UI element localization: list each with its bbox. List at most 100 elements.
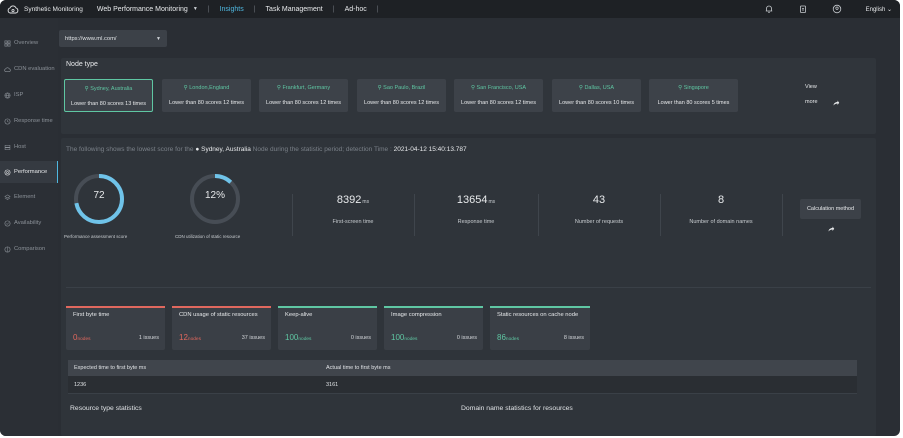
location-pin-icon: ● xyxy=(195,146,200,153)
clipboard-icon[interactable] xyxy=(798,4,808,14)
metric-response-time: 13654ms Response time xyxy=(415,194,537,225)
sidebar-item-host[interactable]: Host xyxy=(0,136,58,158)
calculation-method-button[interactable]: Calculation method xyxy=(800,199,861,219)
metric-first-screen: 8392ms First-screen time xyxy=(293,194,413,225)
first-byte-table: Expected time to first byte ms Actual ti… xyxy=(68,360,857,394)
sidebar-item-label: Overview xyxy=(14,40,39,46)
node-card[interactable]: ⚲ London,England Lower than 80 scores 12 … xyxy=(162,79,251,112)
node-type-title: Node type xyxy=(66,61,98,68)
gauge-label: Performance assessment score xyxy=(64,234,128,239)
issue-title: Image compression xyxy=(391,312,442,318)
server-icon xyxy=(4,144,11,150)
bell-icon[interactable] xyxy=(764,4,774,14)
metric-value: 8392 xyxy=(336,194,362,206)
compare-icon xyxy=(4,246,11,252)
cloud-icon xyxy=(4,66,11,72)
nav-web-performance[interactable]: Web Performance Monitoring xyxy=(97,6,188,13)
chevron-down-icon[interactable]: ▼ xyxy=(193,6,198,12)
sidebar-item-isp[interactable]: ISP xyxy=(0,84,58,106)
metric-requests: 43 Number of requests xyxy=(539,194,659,225)
domain-name-title: Domain name statistics for resources xyxy=(461,405,573,412)
chevron-down-icon: ▼ xyxy=(156,35,161,42)
statement-middle: Node during the statistic period; detect… xyxy=(252,146,392,153)
statement-node: Sydney, Australia xyxy=(201,146,251,153)
metric-unit: ms xyxy=(488,199,496,205)
layers-icon xyxy=(4,194,11,200)
metric-label: Response time xyxy=(457,219,495,225)
cdn-utilization-gauge: 12% xyxy=(188,172,242,226)
issue-card[interactable]: Image compression 100nodes 0 issues xyxy=(384,306,483,350)
sidebar-item-label: Response time xyxy=(14,118,53,124)
user-icon[interactable] xyxy=(832,4,842,14)
globe-icon xyxy=(4,92,11,98)
issue-title: Static resources on cache node xyxy=(497,312,579,318)
node-card[interactable]: ⚲ Dallas, USA Lower than 80 scores 10 tim… xyxy=(552,79,641,112)
node-location: ⚲ Singapore xyxy=(678,85,709,91)
issue-card[interactable]: Static resources on cache node 86nodes 8 i… xyxy=(490,306,590,350)
view-more-button[interactable]: View more xyxy=(799,82,843,110)
detection-time: 2021-04-12 15:40:13.787 xyxy=(393,146,467,153)
table-header-cell: Actual time to first byte ms xyxy=(326,365,391,371)
node-card[interactable]: ⚲ Frankfurt, Germany Lower than 80 scores… xyxy=(259,79,348,112)
statement-prefix: The following shows the lowest score for… xyxy=(66,146,194,153)
sidebar-item-overview[interactable]: Overview xyxy=(0,32,58,54)
sidebar-item-element[interactable]: Element xyxy=(0,186,58,208)
metric-label: Number of domain names xyxy=(689,219,753,225)
sidebar-item-availability[interactable]: Availability xyxy=(0,212,58,234)
node-score-summary: Lower than 80 scores 12 times xyxy=(266,100,341,106)
node-card[interactable]: ⚲ Sao Paulo, Brazil Lower than 80 scores … xyxy=(357,79,446,112)
view-more-label: more xyxy=(805,99,818,105)
check-circle-icon xyxy=(4,220,11,226)
metric-unit: ms xyxy=(362,199,370,205)
statistic-description: The following shows the lowest score for… xyxy=(66,146,467,153)
sidebar-item-response-time[interactable]: Response time xyxy=(0,110,58,132)
node-card[interactable]: ⚲ Singapore Lower than 80 scores 5 times xyxy=(649,79,738,112)
sidebar-item-label: ISP xyxy=(14,92,24,98)
sidebar-item-label: Performance xyxy=(14,169,48,175)
table-cell: 1236 xyxy=(74,382,87,388)
issue-card[interactable]: Keep-alive 100nodes 0 issues xyxy=(278,306,377,350)
sidebar-item-label: Host xyxy=(14,144,26,150)
issue-node-count: 0nodes xyxy=(73,333,91,342)
issue-card[interactable]: CDN usage of static resources 12nodes 37 i… xyxy=(172,306,271,350)
nav-insights[interactable]: Insights xyxy=(220,6,244,13)
performance-score-gauge: 72 xyxy=(72,172,126,226)
chevron-down-icon: ⌄ xyxy=(886,6,892,13)
sidebar-item-comparison[interactable]: Comparison xyxy=(0,238,58,260)
status-bar xyxy=(66,306,165,308)
divider xyxy=(782,194,783,236)
nav-separator: | xyxy=(207,5,210,13)
issue-count: 37 issues xyxy=(241,335,265,341)
status-bar xyxy=(172,306,271,308)
url-select[interactable]: https://www.ml.com/ ▼ xyxy=(59,30,167,47)
sidebar-item-cdn-evaluation[interactable]: CDN evaluation xyxy=(0,58,58,80)
metric-label: First-screen time xyxy=(332,219,374,225)
nav-ad-hoc[interactable]: Ad-hoc xyxy=(345,6,367,13)
issue-title: First byte time xyxy=(73,312,110,318)
cloud-logo-icon xyxy=(7,4,19,13)
top-bar: Synthetic Monitoring Web Performance Mon… xyxy=(0,0,900,18)
share-arrow-icon[interactable] xyxy=(827,225,835,233)
issue-node-count: 100nodes xyxy=(391,333,418,342)
node-score-summary: Lower than 80 scores 12 times xyxy=(461,100,536,106)
nav-task-management[interactable]: Task Management xyxy=(266,6,323,13)
share-arrow-icon xyxy=(833,100,840,106)
issue-card[interactable]: First byte time 0nodes 1 issues xyxy=(66,306,165,350)
node-card[interactable]: ⚲ Sydney, Australia Lower than 80 scores … xyxy=(64,79,153,112)
sidebar-item-performance[interactable]: Performance xyxy=(0,161,58,183)
statistics-panel: The following shows the lowest score for… xyxy=(61,138,876,436)
divider xyxy=(66,287,871,288)
clock-icon xyxy=(4,118,11,124)
nav-separator: | xyxy=(253,5,256,13)
status-bar xyxy=(278,306,377,308)
issue-count: 1 issues xyxy=(138,335,159,341)
top-icons: English ⌄ xyxy=(764,0,900,18)
grid-icon xyxy=(4,40,11,46)
node-card[interactable]: ⚲ San Francisco, USA Lower than 80 scores… xyxy=(454,79,543,112)
node-type-panel: Node type ⚲ Sydney, Australia Lower than … xyxy=(61,58,876,134)
sidebar-item-label: Comparison xyxy=(14,246,46,252)
language-select[interactable]: English ⌄ xyxy=(866,6,892,13)
sidebar-item-label: Availability xyxy=(14,220,42,226)
issue-node-count: 12nodes xyxy=(179,333,201,342)
issue-title: CDN usage of static resources xyxy=(179,312,258,318)
